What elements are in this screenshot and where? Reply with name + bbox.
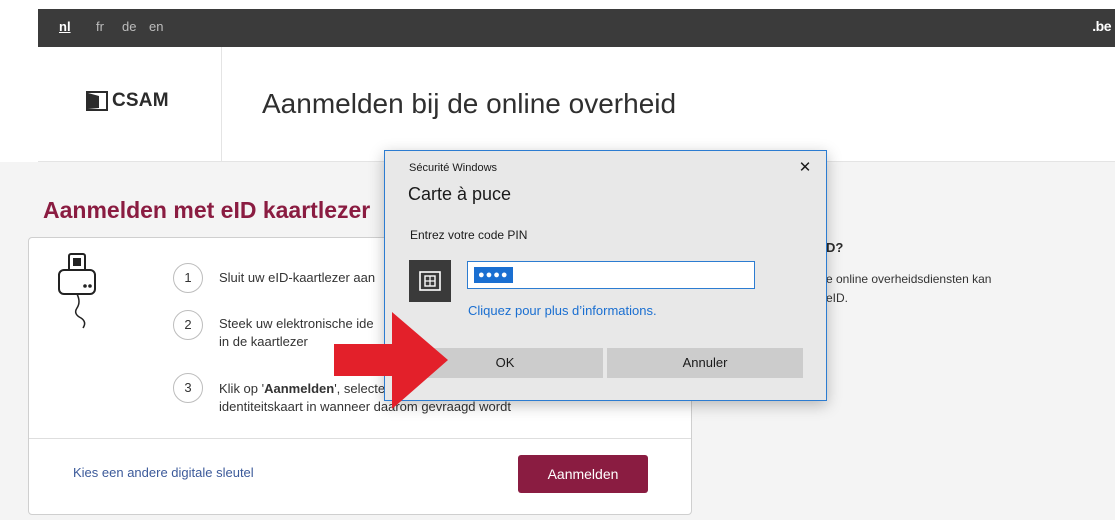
be-logo[interactable]: .be — [1092, 18, 1111, 34]
csam-logo-text: CSAM — [112, 90, 169, 111]
step-3-prefix: Klik op ' — [219, 381, 265, 396]
page-title: Aanmelden bij de online overheid — [262, 88, 677, 119]
red-arrow-icon — [334, 312, 448, 409]
dialog-window-title: Sécurité Windows — [409, 162, 498, 174]
more-info-link[interactable]: Cliquez pour plus d’informations. — [468, 303, 657, 318]
lang-de-link[interactable]: de — [122, 19, 136, 34]
side-info-heading: D? — [826, 240, 844, 255]
side-info-text: e online overheidsdiensten kan eID. — [826, 270, 1086, 308]
other-digital-key-link[interactable]: Kies een andere digitale sleutel — [73, 465, 254, 480]
step-2-number: 2 — [173, 310, 203, 340]
door-icon — [86, 91, 108, 111]
card-divider — [29, 438, 691, 439]
dialog-heading: Carte à puce — [408, 184, 512, 204]
lang-en-link[interactable]: en — [149, 19, 163, 34]
close-icon[interactable]: ✕ — [796, 159, 814, 177]
header-divider — [221, 47, 222, 162]
pin-input[interactable]: ●●●● — [467, 261, 755, 289]
language-bar: nl fr de en .be — [38, 9, 1115, 47]
cancel-button[interactable]: Annuler — [607, 348, 803, 378]
pin-prompt-label: Entrez votre code PIN — [410, 228, 528, 242]
section-title: Aanmelden met eID kaartlezer — [43, 197, 371, 223]
lang-nl-link[interactable]: nl — [59, 19, 71, 34]
windows-security-dialog: Sécurité Windows ✕ Carte à puce Entrez v… — [384, 150, 827, 401]
smart-card-icon — [409, 260, 451, 302]
card-reader-icon — [58, 253, 96, 329]
side-info-line-2: eID. — [826, 291, 849, 305]
csam-logo[interactable]: CSAM — [86, 90, 186, 114]
login-button[interactable]: Aanmelden — [518, 455, 648, 493]
step-3-bold: Aanmelden — [264, 381, 335, 396]
step-3-number: 3 — [173, 373, 203, 403]
step-1-number: 1 — [173, 263, 203, 293]
side-info-line-1: e online overheidsdiensten kan — [826, 272, 992, 286]
lang-fr-link[interactable]: fr — [96, 19, 104, 34]
pin-input-value: ●●●● — [474, 267, 513, 283]
